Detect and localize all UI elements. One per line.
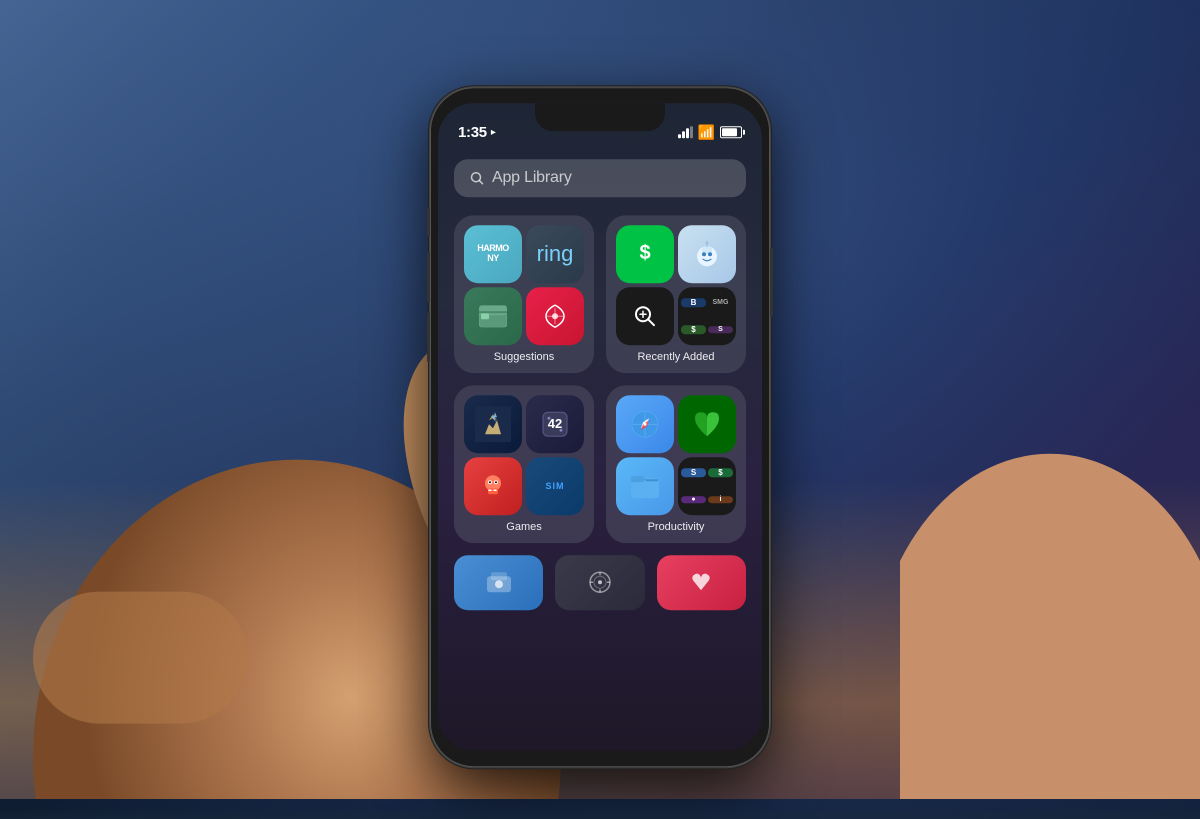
folder-label-games: Games bbox=[464, 521, 584, 533]
battery-icon bbox=[720, 126, 742, 138]
app-nova[interactable] bbox=[526, 287, 584, 345]
folder-apps-recently: $ bbox=[616, 225, 736, 345]
folder-apps-suggestions: HARMONY ring bbox=[464, 225, 584, 345]
folder-label-recently: Recently Added bbox=[616, 351, 736, 363]
app-sms[interactable]: B SMG $ S bbox=[678, 287, 736, 345]
folder-apps-games: 42 bbox=[464, 395, 584, 515]
app-multi[interactable]: S $ ● i bbox=[678, 457, 736, 515]
app-files[interactable] bbox=[616, 457, 674, 515]
app-robinhood[interactable] bbox=[678, 395, 736, 453]
status-icons: 📶 bbox=[678, 124, 742, 141]
folder-label-productivity: Productivity bbox=[616, 521, 736, 533]
search-placeholder: App Library bbox=[492, 169, 572, 187]
app-cashapp[interactable]: $ bbox=[616, 225, 674, 283]
app-grid: HARMONY ring bbox=[454, 215, 746, 543]
search-bar[interactable]: App Library bbox=[454, 159, 746, 197]
status-time: 1:35 bbox=[458, 124, 487, 141]
folder-label-suggestions: Suggestions bbox=[464, 351, 584, 363]
folder-suggestions[interactable]: HARMONY ring bbox=[454, 215, 594, 373]
app-wallet[interactable] bbox=[464, 287, 522, 345]
folder-apps-productivity: S $ ● i bbox=[616, 395, 736, 515]
app-skulls[interactable] bbox=[464, 457, 522, 515]
app-final-fantasy[interactable] bbox=[464, 395, 522, 453]
app-bottom-3[interactable] bbox=[657, 555, 746, 610]
app-ring[interactable]: ring bbox=[526, 225, 584, 283]
app-simcity[interactable]: SIM bbox=[526, 457, 584, 515]
folder-productivity[interactable]: S $ ● i Productivity bbox=[606, 385, 746, 543]
app-dice[interactable]: 42 bbox=[526, 395, 584, 453]
app-bottom-1[interactable] bbox=[454, 555, 543, 610]
phone-screen: 1:35 ▸ 📶 bbox=[438, 103, 762, 751]
bottom-row bbox=[454, 555, 746, 610]
notch bbox=[535, 103, 665, 131]
app-safari[interactable] bbox=[616, 395, 674, 453]
app-harmony[interactable]: HARMONY bbox=[464, 225, 522, 283]
app-loupe[interactable] bbox=[616, 287, 674, 345]
screen-content: App Library HARMONY ring bbox=[438, 147, 762, 751]
app-woebot[interactable] bbox=[678, 225, 736, 283]
location-icon: ▸ bbox=[491, 127, 496, 138]
phone-body: 1:35 ▸ 📶 bbox=[430, 87, 770, 767]
app-bottom-2[interactable] bbox=[555, 555, 644, 610]
folder-recently-added[interactable]: $ bbox=[606, 215, 746, 373]
signal-icon bbox=[678, 126, 693, 138]
phone-frame: 1:35 ▸ 📶 bbox=[430, 87, 770, 767]
folder-games[interactable]: 42 bbox=[454, 385, 594, 543]
search-icon bbox=[470, 171, 484, 185]
wifi-icon: 📶 bbox=[698, 124, 715, 141]
